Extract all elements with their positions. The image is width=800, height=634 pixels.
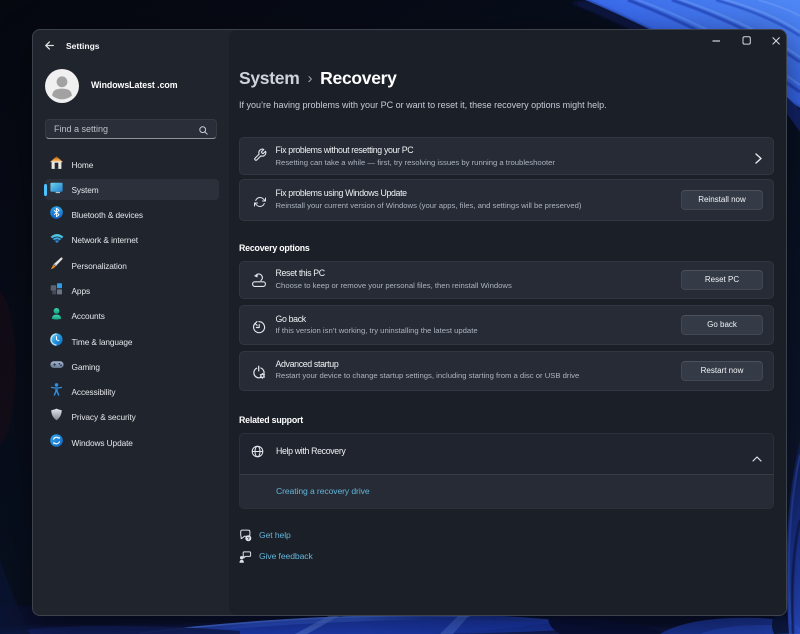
svg-text:?: ? [247, 536, 250, 542]
